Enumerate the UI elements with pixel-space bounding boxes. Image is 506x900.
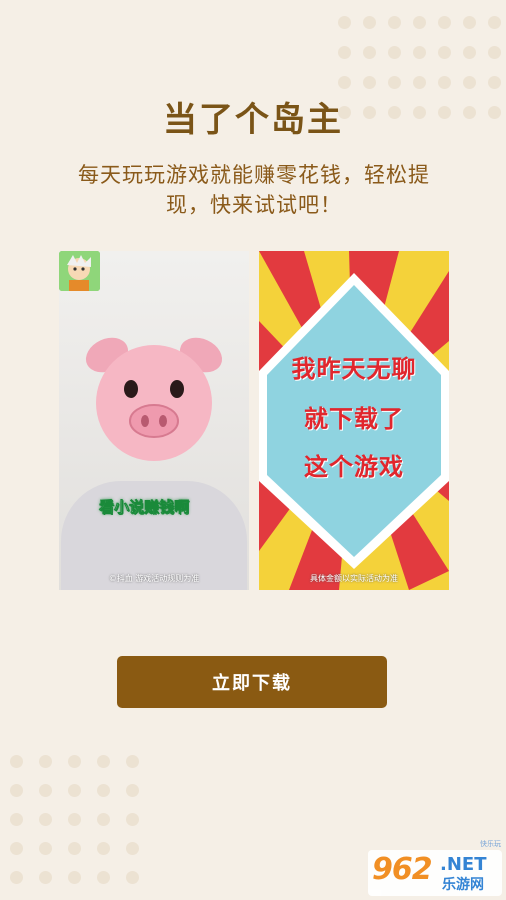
watermark-site-name: 乐游网 (442, 877, 484, 893)
screenshot-left: 看小说赚钱啊 ©抖血 游戏活动规则为准 (59, 251, 249, 590)
screenshot-right: 我昨天无聊 就下载了 这个游戏 具体金额以实际活动为准 (259, 251, 449, 590)
pig-face-icon (85, 337, 223, 461)
promo-note: 具体金额以实际活动为准 (310, 574, 398, 583)
download-button[interactable]: 立即下载 (117, 656, 387, 708)
promo-line-3: 这个游戏 (304, 453, 404, 481)
decorative-dots-bottom-left (10, 755, 139, 884)
page-title: 当了个岛主 (163, 100, 343, 140)
watermark-tiny-text: 快乐玩 (480, 840, 501, 848)
watermark-domain: .NET (440, 854, 487, 875)
watermark-number: 962 (372, 852, 433, 887)
site-watermark-logo: 962 .NET 乐游网 (368, 850, 502, 896)
video-caption: 看小说赚钱啊 (99, 498, 190, 517)
game-avatar-icon (59, 251, 100, 291)
page-subtitle: 每天玩玩游戏就能赚零花钱，轻松提现，快来试试吧！ (78, 163, 430, 217)
video-note: ©抖血 游戏活动规则为准 (108, 574, 200, 583)
promo-line-2: 就下载了 (304, 405, 404, 433)
promo-line-1: 我昨天无聊 (291, 355, 417, 383)
